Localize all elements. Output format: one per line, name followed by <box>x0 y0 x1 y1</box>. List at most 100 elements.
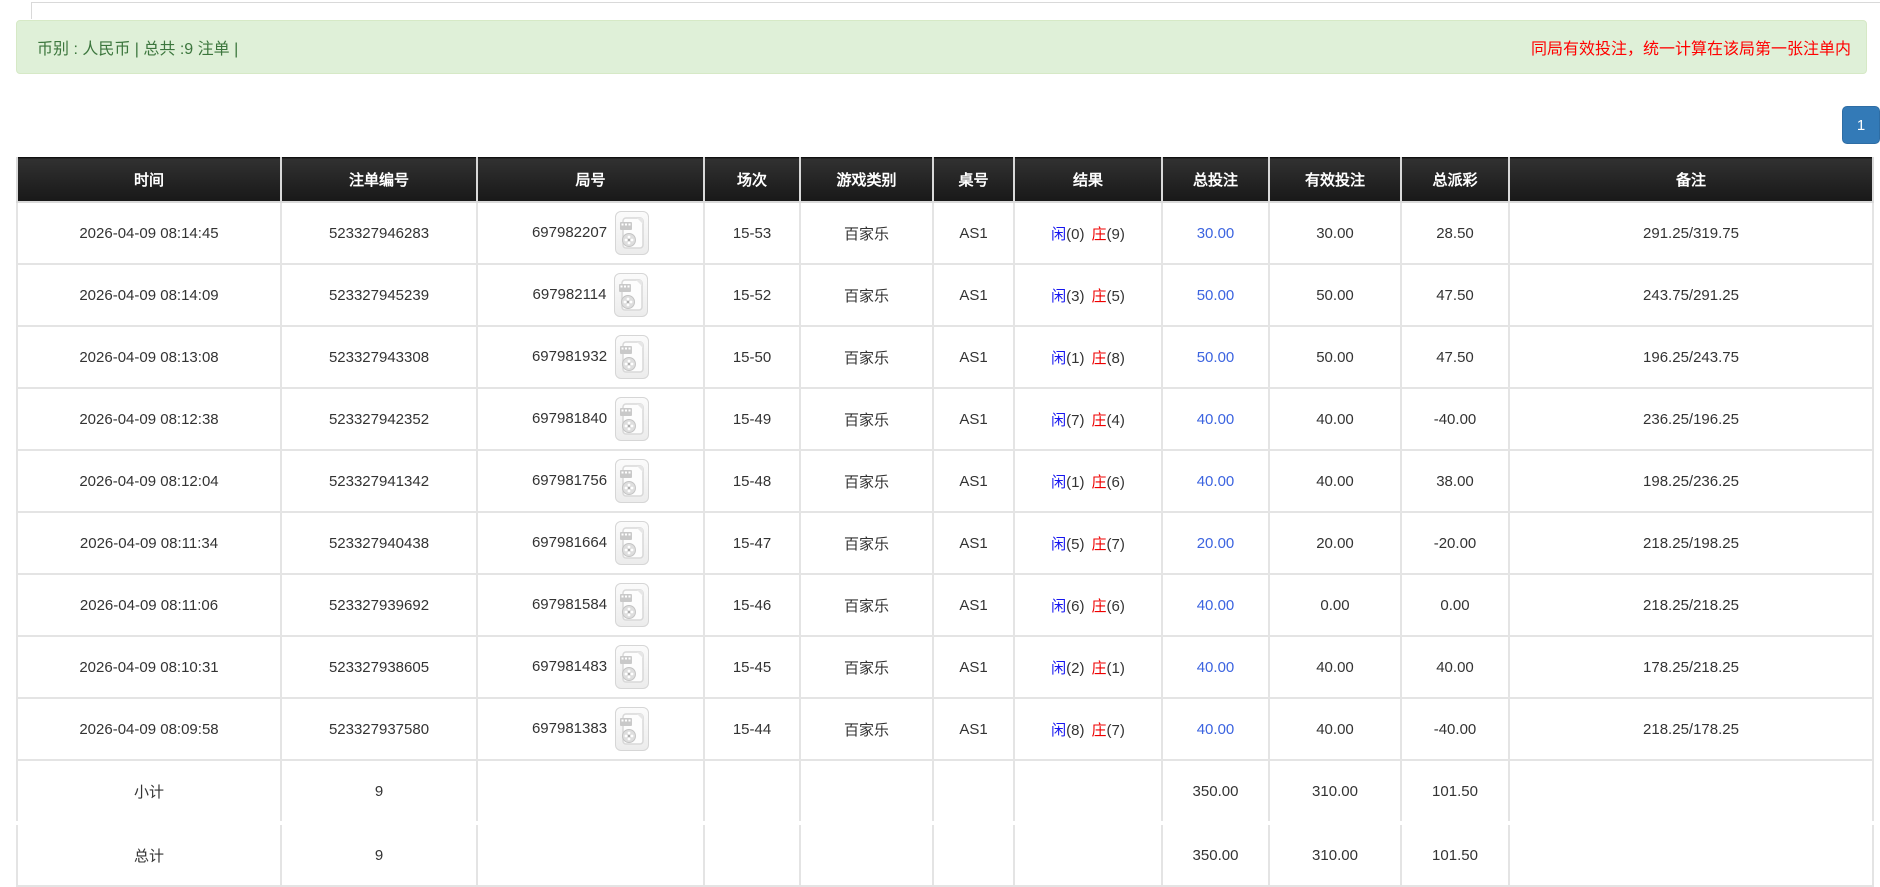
player-count: (0) <box>1066 225 1085 243</box>
banker-label: 庄 <box>1091 225 1107 243</box>
total-bet-link[interactable]: 40.00 <box>1197 721 1235 738</box>
cell-round: 697981840 <box>476 387 705 451</box>
total-bet-link[interactable]: 30.00 <box>1197 225 1235 242</box>
cell-table-no: AS1 <box>932 573 1015 637</box>
video-replay-button[interactable] <box>615 397 650 441</box>
cell-session: 15-47 <box>703 511 801 575</box>
cell-table-no: AS1 <box>932 449 1015 513</box>
banker-count: (7) <box>1106 721 1125 739</box>
banker-label: 庄 <box>1091 597 1107 615</box>
cell-remark: 243.75/291.25 <box>1508 263 1874 327</box>
cell-time: 2026-04-09 08:13:08 <box>16 325 282 389</box>
cell-round: 697981664 <box>476 511 705 575</box>
bet-record-row[interactable]: 2026-04-09 08:11:34 523327940438 697981664… <box>16 511 1874 575</box>
grand-total-valid-bet: 310.00 <box>1268 822 1402 887</box>
bet-record-row[interactable]: 2026-04-09 08:11:06 523327939692 697981584… <box>16 573 1874 637</box>
player-label: 闲 <box>1051 287 1067 305</box>
cell-valid-bet: 50.00 <box>1268 263 1402 327</box>
total-bet-link[interactable]: 50.00 <box>1197 349 1235 366</box>
total-bet-link[interactable]: 40.00 <box>1197 597 1235 614</box>
bet-record-row[interactable]: 2026-04-09 08:12:38 523327942352 697981840… <box>16 387 1874 451</box>
video-replay-button[interactable] <box>614 273 649 317</box>
currency-summary-banner: 币别 : 人民币 | 总共 :9 注单 | 同局有效投注，统一计算在该局第一张注… <box>16 20 1867 74</box>
cell-payout: -40.00 <box>1400 387 1510 451</box>
cell-valid-bet: 40.00 <box>1268 387 1402 451</box>
cell-valid-bet: 30.00 <box>1268 201 1402 265</box>
bet-record-row[interactable]: 2026-04-09 08:14:45 523327946283 697982207… <box>16 201 1874 265</box>
cell-session: 15-53 <box>703 201 801 265</box>
cell-game-type: 百家乐 <box>799 201 934 265</box>
total-bet-link[interactable]: 40.00 <box>1197 473 1235 490</box>
player-label: 闲 <box>1051 411 1067 429</box>
subtotal-count: 9 <box>280 759 478 825</box>
video-replay-button[interactable] <box>615 459 650 503</box>
banker-label: 庄 <box>1091 659 1107 677</box>
total-bet-link[interactable]: 40.00 <box>1197 659 1235 676</box>
total-bet-link[interactable]: 50.00 <box>1197 287 1235 304</box>
video-replay-button[interactable] <box>615 645 650 689</box>
film-replay-icon <box>620 527 644 559</box>
bet-record-row[interactable]: 2026-04-09 08:13:08 523327943308 697981932… <box>16 325 1874 389</box>
cell-result: 闲(2) 庄(1) <box>1013 635 1163 699</box>
bet-record-row[interactable]: 2026-04-09 08:10:31 523327938605 697981483… <box>16 635 1874 699</box>
bet-record-row[interactable]: 2026-04-09 08:14:09 523327945239 697982114… <box>16 263 1874 327</box>
subtotal-label: 小计 <box>16 759 282 825</box>
grand-total-total-bet: 350.00 <box>1161 822 1270 887</box>
film-replay-icon <box>620 589 644 621</box>
cell-total-bet: 40.00 <box>1161 387 1270 451</box>
cell-time: 2026-04-09 08:12:38 <box>16 387 282 451</box>
player-count: (2) <box>1066 659 1085 677</box>
total-bet-link[interactable]: 40.00 <box>1197 411 1235 428</box>
cell-remark: 178.25/218.25 <box>1508 635 1874 699</box>
cell-session: 15-50 <box>703 325 801 389</box>
cell-session: 15-44 <box>703 697 801 761</box>
total-bet-link[interactable]: 20.00 <box>1197 535 1235 552</box>
cell-game-type: 百家乐 <box>799 573 934 637</box>
player-count: (7) <box>1066 411 1085 429</box>
player-label: 闲 <box>1051 535 1067 553</box>
video-replay-button[interactable] <box>615 707 650 751</box>
cell-valid-bet: 40.00 <box>1268 635 1402 699</box>
currency-total-text: 币别 : 人民币 | 总共 :9 注单 | <box>37 41 239 58</box>
cell-total-bet: 40.00 <box>1161 635 1270 699</box>
video-replay-button[interactable] <box>615 211 650 255</box>
subtotal-total-bet: 350.00 <box>1161 759 1270 825</box>
col-header-bet-id: 注单编号 <box>280 157 478 203</box>
cell-remark: 291.25/319.75 <box>1508 201 1874 265</box>
cell-payout: 40.00 <box>1400 635 1510 699</box>
panel-bottom-edge <box>31 2 1880 19</box>
subtotal-payout: 101.50 <box>1400 759 1510 825</box>
cell-total-bet: 50.00 <box>1161 325 1270 389</box>
cell-payout: 0.00 <box>1400 573 1510 637</box>
cell-remark: 198.25/236.25 <box>1508 449 1874 513</box>
subtotal-row: 小计 9 350.00 310.00 101.50 <box>16 759 1874 825</box>
pagination-page-1-button[interactable]: 1 <box>1842 106 1880 144</box>
banker-count: (6) <box>1106 473 1125 491</box>
bet-record-row[interactable]: 2026-04-09 08:12:04 523327941342 697981756… <box>16 449 1874 513</box>
cell-bet-id: 523327938605 <box>280 635 478 699</box>
col-header-remark: 备注 <box>1508 157 1874 203</box>
col-header-valid-bet: 有效投注 <box>1268 157 1402 203</box>
header-row: 时间 注单编号 局号 场次 游戏类别 桌号 结果 总投注 有效投注 总派彩 备注 <box>16 157 1874 203</box>
video-replay-button[interactable] <box>615 335 650 379</box>
cell-total-bet: 50.00 <box>1161 263 1270 327</box>
cell-game-type: 百家乐 <box>799 325 934 389</box>
col-header-payout: 总派彩 <box>1400 157 1510 203</box>
bet-record-row[interactable]: 2026-04-09 08:09:58 523327937580 697981383… <box>16 697 1874 761</box>
video-replay-button[interactable] <box>615 521 650 565</box>
cell-remark: 218.25/178.25 <box>1508 697 1874 761</box>
cell-bet-id: 523327940438 <box>280 511 478 575</box>
cell-table-no: AS1 <box>932 697 1015 761</box>
col-header-round: 局号 <box>476 157 705 203</box>
cell-remark: 218.25/198.25 <box>1508 511 1874 575</box>
player-count: (5) <box>1066 535 1085 553</box>
cell-round: 697981584 <box>476 573 705 637</box>
cell-session: 15-45 <box>703 635 801 699</box>
cell-remark: 196.25/243.75 <box>1508 325 1874 389</box>
cell-bet-id: 523327945239 <box>280 263 478 327</box>
video-replay-button[interactable] <box>615 583 650 627</box>
cell-table-no: AS1 <box>932 635 1015 699</box>
banker-label: 庄 <box>1091 411 1107 429</box>
player-label: 闲 <box>1051 721 1067 739</box>
cell-total-bet: 40.00 <box>1161 697 1270 761</box>
